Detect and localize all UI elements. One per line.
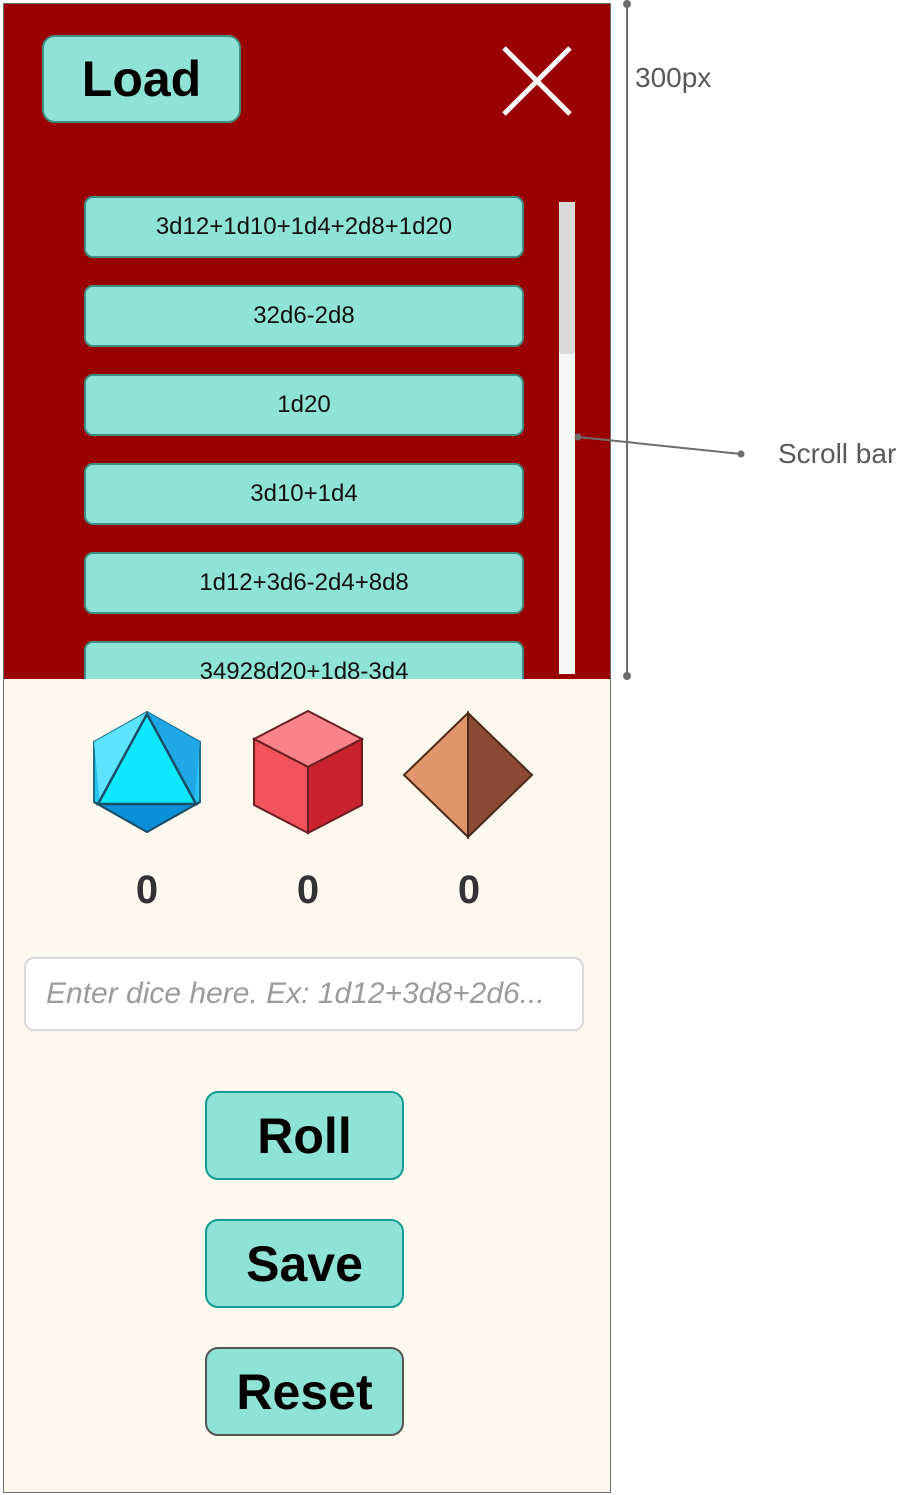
reset-button[interactable]: Reset	[205, 1347, 404, 1436]
dice-input[interactable]	[24, 957, 584, 1031]
save-button[interactable]: Save	[205, 1219, 404, 1308]
annotation-lines	[574, 0, 745, 680]
height-annotation: 300px	[635, 62, 712, 93]
d20-icon[interactable]	[90, 709, 204, 835]
d6-result: 0	[296, 868, 320, 912]
d20-result: 0	[135, 868, 159, 912]
roll-button[interactable]: Roll	[205, 1091, 404, 1180]
d4-icon[interactable]	[402, 710, 534, 840]
d6-icon[interactable]	[250, 707, 366, 837]
d4-result: 0	[457, 868, 481, 912]
scrollbar-annotation: Scroll bar	[778, 438, 897, 469]
